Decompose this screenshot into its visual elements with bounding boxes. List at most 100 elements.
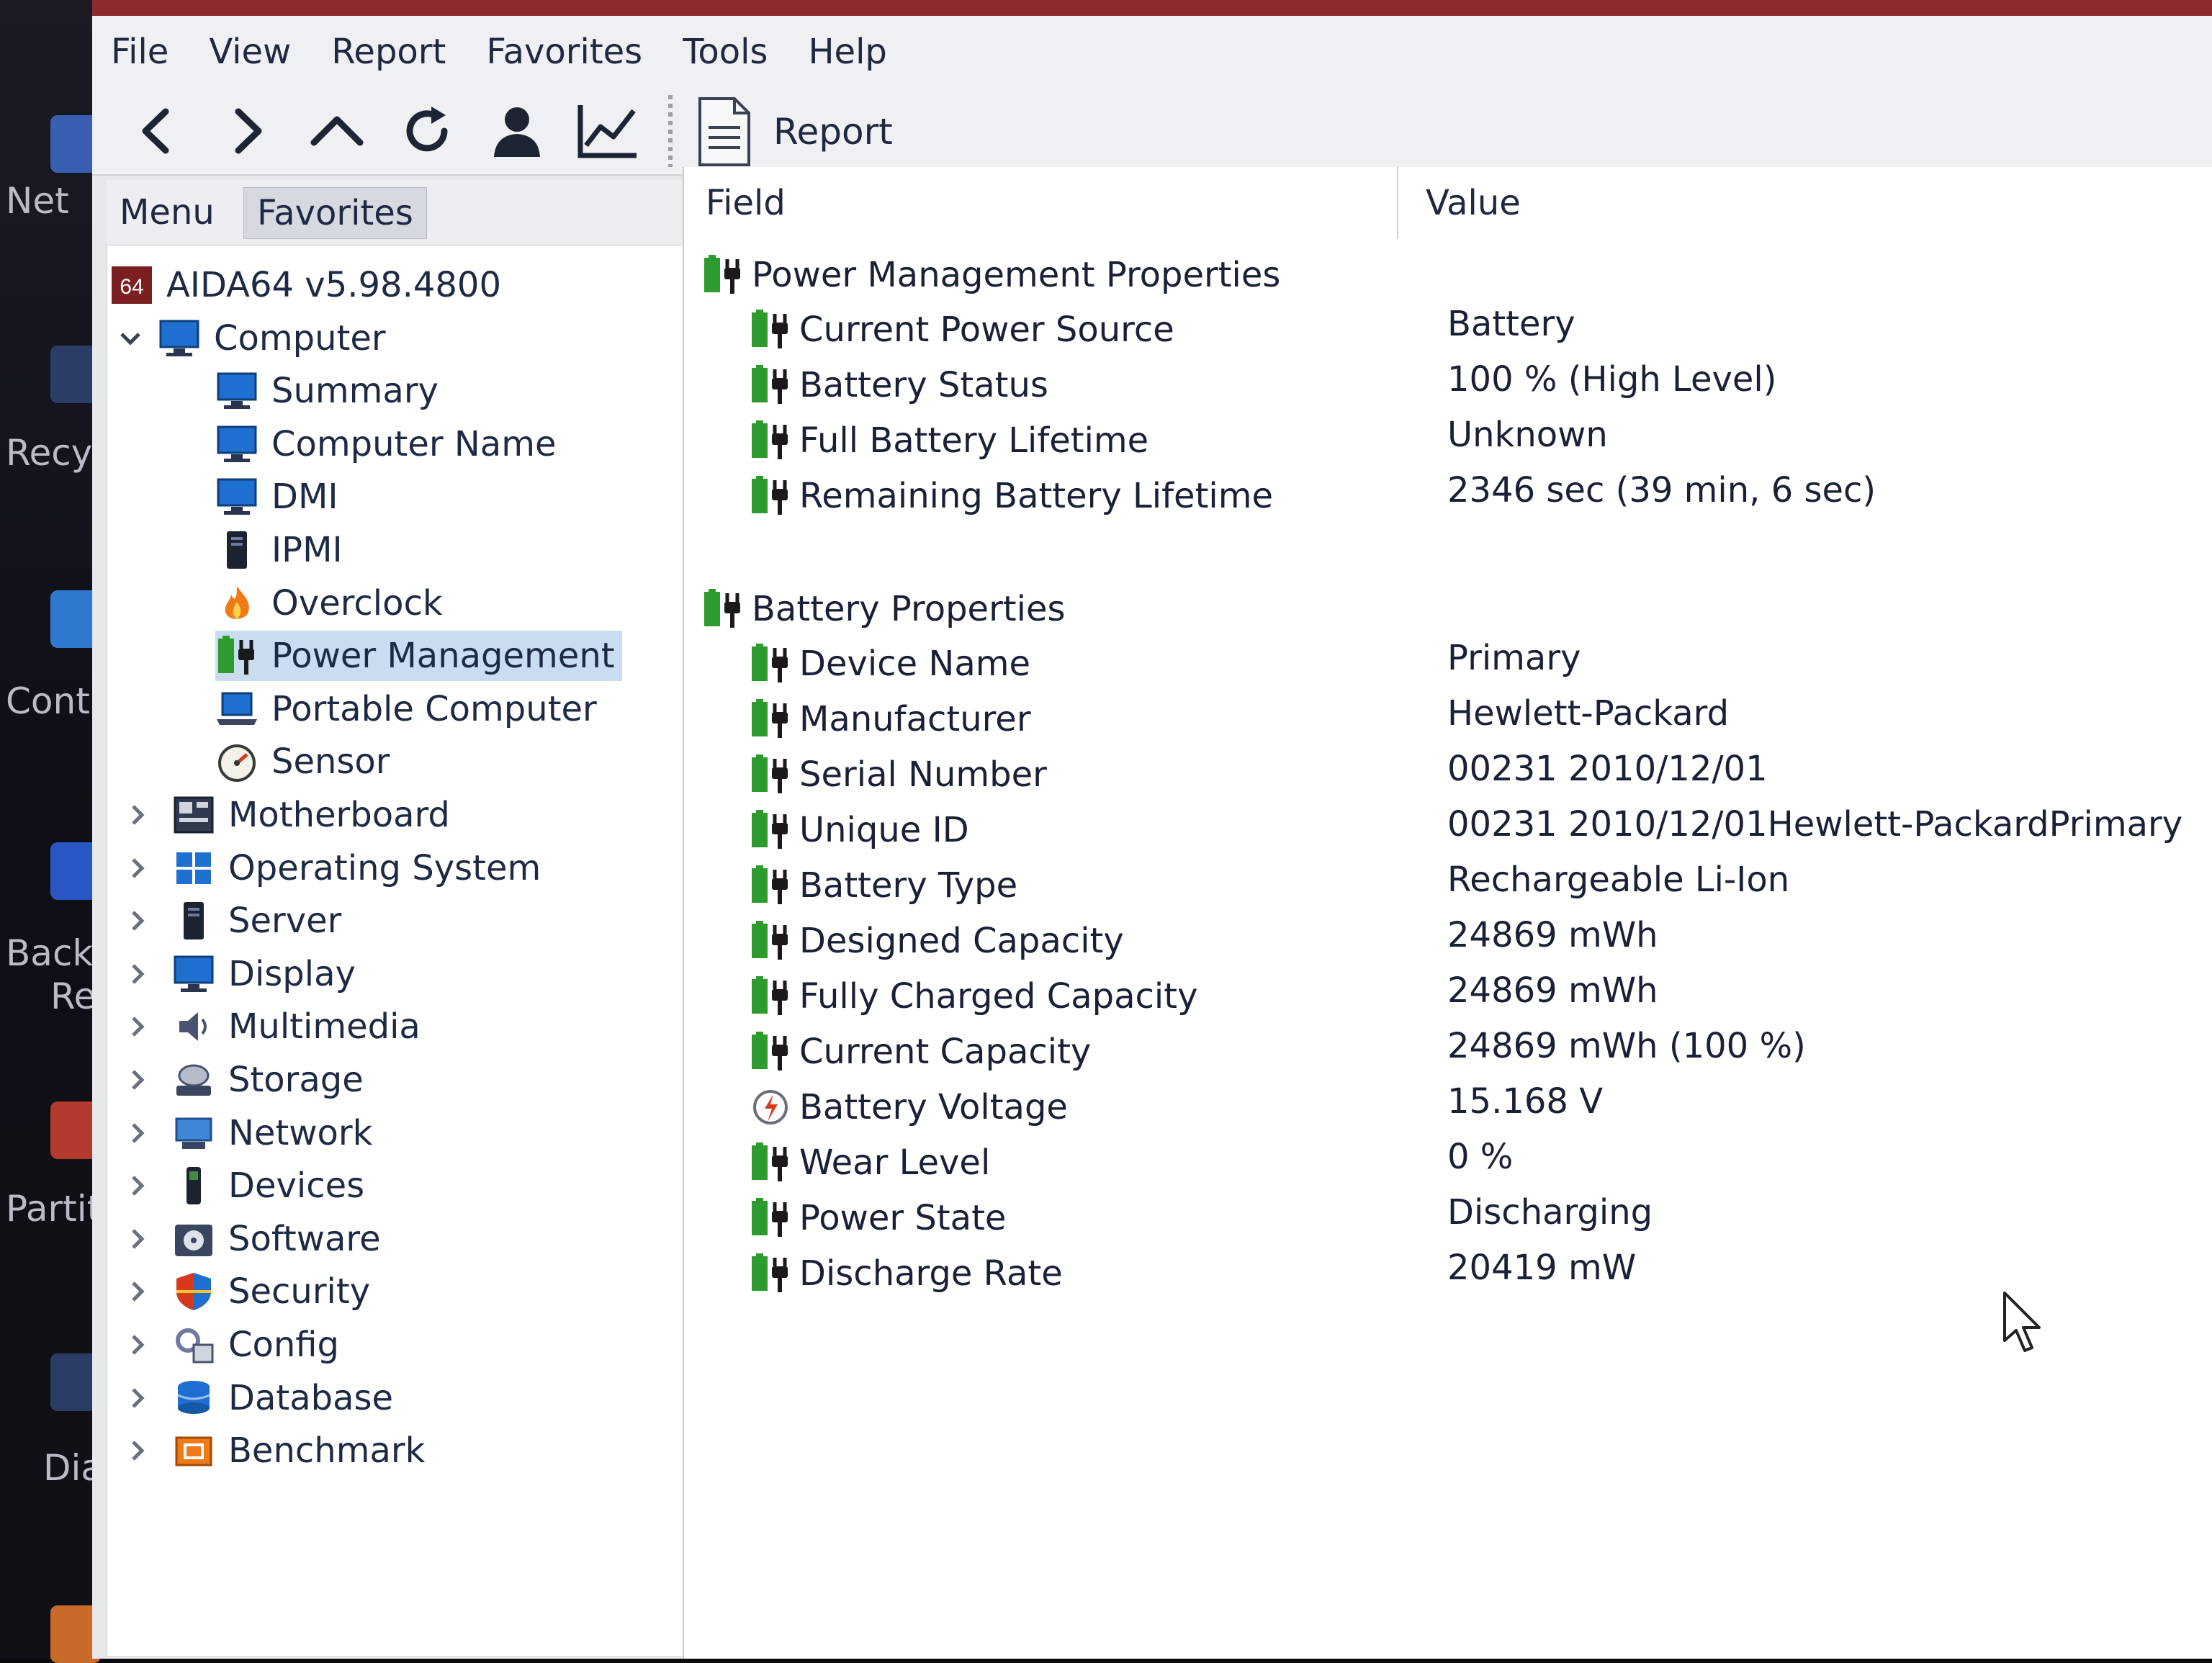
menu-tools[interactable]: Tools: [683, 32, 768, 72]
tree-item-sensor[interactable]: Sensor: [215, 736, 390, 787]
back-button[interactable]: [121, 95, 193, 167]
refresh-button[interactable]: [391, 95, 463, 167]
field-value[interactable]: 100 % (High Level): [1447, 354, 1776, 405]
report-row-field[interactable]: Full Battery Lifetime: [749, 415, 1148, 466]
desktop-label-network[interactable]: Net: [6, 180, 92, 222]
tree-item-label: Operating System: [228, 847, 541, 888]
tree-item-ipmi[interactable]: IPMI: [215, 525, 343, 575]
expand-toggle[interactable]: [122, 1276, 153, 1307]
tab-favorites[interactable]: Favorites: [243, 187, 427, 239]
desktop-label-recycle[interactable]: Recy: [6, 432, 92, 474]
desktop-label-partition[interactable]: Partiti: [6, 1188, 92, 1230]
report-row-field[interactable]: Unique ID: [749, 805, 969, 855]
tab-menu[interactable]: Menu: [107, 187, 228, 238]
tree-item-security[interactable]: Security: [172, 1266, 370, 1317]
report-row-field[interactable]: Manufacturer: [749, 694, 1031, 744]
field-value[interactable]: 00231 2010/12/01Hewlett-PackardPrimary: [1447, 799, 2182, 849]
expand-toggle[interactable]: [122, 1011, 153, 1042]
report-row-field[interactable]: Battery Status: [749, 360, 1048, 410]
field-value[interactable]: 20419 mW: [1447, 1243, 1636, 1293]
menu-help[interactable]: Help: [808, 32, 886, 72]
field-label: Unique ID: [799, 810, 969, 850]
field-value[interactable]: 0 %: [1447, 1132, 1513, 1182]
expand-toggle[interactable]: [122, 1435, 153, 1466]
tree-item-power-management[interactable]: Power Management: [215, 631, 622, 682]
tree-item-computer[interactable]: Computer: [158, 313, 386, 364]
expand-toggle[interactable]: [122, 1223, 153, 1255]
tree-item-aida64-v5-98-4800[interactable]: 64 AIDA64 v5.98.4800: [110, 260, 501, 310]
report-button[interactable]: Report: [697, 92, 893, 171]
tree-item-config[interactable]: Config: [172, 1320, 339, 1370]
desktop-label-back[interactable]: Back: [6, 932, 92, 974]
expand-toggle[interactable]: [122, 799, 153, 831]
field-value[interactable]: 00231 2010/12/01: [1447, 744, 1768, 794]
tree-item-overclock[interactable]: Overclock: [215, 578, 443, 628]
tree-item-storage[interactable]: Storage: [172, 1055, 364, 1105]
field-value[interactable]: 24869 mWh (100 %): [1447, 1021, 1806, 1071]
tree-item-devices[interactable]: Devices: [172, 1161, 364, 1211]
tree-item-database[interactable]: Database: [172, 1373, 393, 1423]
tree-item-network[interactable]: Network: [172, 1108, 372, 1158]
report-row-field[interactable]: Power State: [749, 1193, 1006, 1243]
tree-item-multimedia[interactable]: Multimedia: [172, 1001, 421, 1052]
report-row-field[interactable]: Battery Voltage: [749, 1082, 1068, 1132]
report-row-field[interactable]: Battery Type: [749, 860, 1017, 911]
report-row-field[interactable]: Current Power Source: [749, 305, 1174, 355]
menu-favorites[interactable]: Favorites: [486, 32, 642, 72]
field-value[interactable]: Hewlett-Packard: [1447, 688, 1729, 739]
tree-item-benchmark[interactable]: Benchmark: [172, 1425, 425, 1476]
chart-button[interactable]: [571, 95, 643, 167]
menu-view[interactable]: View: [209, 32, 291, 72]
tree-item-motherboard[interactable]: Motherboard: [172, 790, 450, 840]
column-header-field[interactable]: Field: [706, 167, 786, 239]
report-row-field[interactable]: Wear Level: [749, 1137, 990, 1188]
expand-toggle[interactable]: [122, 1170, 153, 1202]
tree-item-portable-computer[interactable]: Portable Computer: [215, 684, 597, 734]
expand-toggle[interactable]: [114, 323, 146, 354]
report-row-field[interactable]: Current Capacity: [749, 1027, 1091, 1077]
tree-item-summary[interactable]: Summary: [215, 366, 439, 416]
field-value[interactable]: 15.168 V: [1447, 1076, 1603, 1127]
up-button[interactable]: [301, 95, 373, 167]
column-separator[interactable]: [1397, 167, 1398, 239]
menu-report[interactable]: Report: [331, 32, 446, 72]
section-header[interactable]: Battery Properties: [701, 584, 1066, 634]
field-value[interactable]: 24869 mWh: [1447, 965, 1658, 1016]
tree-item-display[interactable]: Display: [172, 949, 356, 999]
expand-toggle[interactable]: [122, 1064, 153, 1096]
field-value[interactable]: 24869 mWh: [1447, 910, 1658, 960]
expand-toggle[interactable]: [122, 905, 153, 937]
title-bar[interactable]: [92, 0, 2212, 16]
tree-item-software[interactable]: Software: [172, 1214, 381, 1264]
chevron-right-icon: [132, 1281, 145, 1302]
report-row-field[interactable]: Device Name: [749, 639, 1030, 689]
expand-toggle[interactable]: [122, 1117, 153, 1149]
field-value[interactable]: Unknown: [1447, 410, 1608, 460]
field-value[interactable]: Primary: [1447, 633, 1581, 683]
field-value[interactable]: 2346 sec (39 min, 6 sec): [1447, 465, 1876, 515]
desktop-label-control[interactable]: Contr: [6, 680, 92, 722]
field-value[interactable]: Rechargeable Li-Ion: [1447, 855, 1789, 905]
tree-item-server[interactable]: Server: [172, 896, 341, 946]
expand-toggle[interactable]: [122, 958, 153, 990]
forward-button[interactable]: [211, 95, 283, 167]
report-row-field[interactable]: Discharge Rate: [749, 1248, 1063, 1299]
report-row-field[interactable]: Fully Charged Capacity: [749, 971, 1197, 1022]
report-row-field[interactable]: Remaining Battery Lifetime: [749, 471, 1273, 521]
expand-toggle[interactable]: [122, 1382, 153, 1414]
expand-toggle[interactable]: [122, 852, 153, 884]
report-row-field[interactable]: Serial Number: [749, 749, 1047, 800]
column-header-value[interactable]: Value: [1426, 167, 1521, 239]
field-value[interactable]: Battery: [1447, 299, 1575, 349]
toolbar: Report: [92, 88, 2212, 176]
expand-toggle[interactable]: [122, 1329, 153, 1361]
user-button[interactable]: [481, 95, 553, 167]
tree-item-computer-name[interactable]: Computer Name: [215, 419, 556, 469]
aida64-logo-icon: 64: [110, 265, 153, 305]
tree-item-operating-system[interactable]: Operating System: [172, 843, 541, 893]
section-header[interactable]: Power Management Properties: [701, 250, 1280, 300]
menu-file[interactable]: File: [111, 32, 168, 72]
field-value[interactable]: Discharging: [1447, 1187, 1653, 1238]
report-row-field[interactable]: Designed Capacity: [749, 916, 1124, 966]
tree-item-dmi[interactable]: DMI: [215, 472, 338, 522]
